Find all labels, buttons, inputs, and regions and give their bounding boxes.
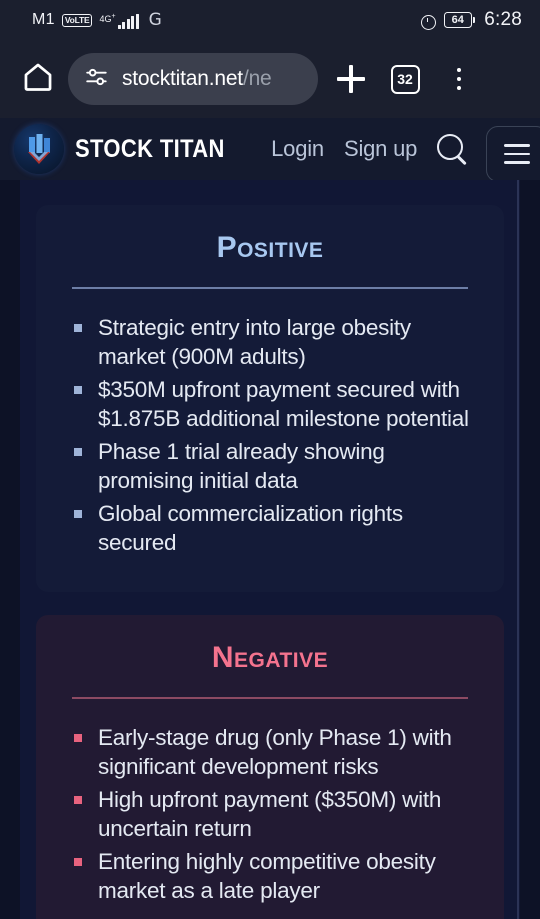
list-item: Entering highly competitive obesity mark… [74,847,480,905]
negative-bullet-list: Early-stage drug (only Phase 1) with sig… [60,723,480,905]
browser-menu-button[interactable] [432,52,486,106]
stock-titan-logo-icon[interactable] [14,124,64,174]
tab-switcher-button[interactable]: 32 [378,52,432,106]
url-domain: stocktitan.net [122,67,243,90]
login-link[interactable]: Login [271,136,324,162]
new-tab-button[interactable] [324,52,378,106]
status-bar: M1 VoLTE 4G+ G 64 6:28 [0,0,540,40]
kebab-menu-icon [456,67,462,91]
home-icon [21,60,55,99]
list-item: Early-stage drug (only Phase 1) with sig… [74,723,480,781]
hamburger-menu-icon[interactable] [486,126,540,182]
volte-badge: VoLTE [61,13,93,27]
page-scrollbar[interactable] [517,180,519,919]
list-item: $350M upfront payment secured with $1.87… [74,375,480,433]
home-button[interactable] [14,55,62,103]
alarm-clock-icon [420,13,436,30]
status-bar-right: 64 6:28 [420,9,522,31]
tab-count-label: 32 [390,64,420,94]
brand-name[interactable]: STOCK TITAN [75,135,225,164]
battery-indicator: 64 [443,12,476,28]
browser-toolbar: stocktitan.net/ne 32 [0,40,540,118]
negative-card: Negative Early-stage drug (only Phase 1)… [36,615,504,919]
negative-card-title: Negative [211,641,329,674]
site-header: STOCK TITAN Login Sign up [0,118,540,182]
page-content: Positive Strategic entry into large obes… [0,180,540,919]
positive-card-title: Positive [216,231,324,264]
url-bar[interactable]: stocktitan.net/ne [68,53,318,105]
signup-link[interactable]: Sign up [344,136,417,162]
battery-tip-icon [473,17,476,23]
header-nav: Login Sign up [271,136,417,162]
battery-level-label: 64 [443,12,472,28]
url-text: stocktitan.net/ne [122,67,272,91]
status-bar-left: M1 VoLTE 4G+ G [32,10,162,30]
positive-card: Positive Strategic entry into large obes… [36,205,504,592]
positive-bullet-list: Strategic entry into large obesity marke… [60,313,480,557]
list-item: Phase 1 trial already showing promising … [74,437,480,495]
tune-sliders-icon[interactable] [84,64,110,95]
google-icon: G [148,10,162,30]
list-item: High upfront payment ($350M) with uncert… [74,785,480,843]
clock-label: 6:28 [484,9,522,30]
network-indicator: 4G+ [99,12,139,29]
url-path: /ne [242,67,272,90]
phone-screen: M1 VoLTE 4G+ G 64 6:28 stocktitan.net/ne… [0,0,540,919]
signal-bars-icon [117,13,139,29]
network-type-label: 4G+ [99,12,116,24]
negative-card-divider [72,697,468,699]
search-icon[interactable] [435,132,469,166]
positive-card-divider [72,287,468,289]
list-item: Strategic entry into large obesity marke… [74,313,480,371]
list-item: Global commercialization rights secured [74,499,480,557]
carrier-label: M1 [32,11,55,28]
plus-icon [337,65,365,93]
